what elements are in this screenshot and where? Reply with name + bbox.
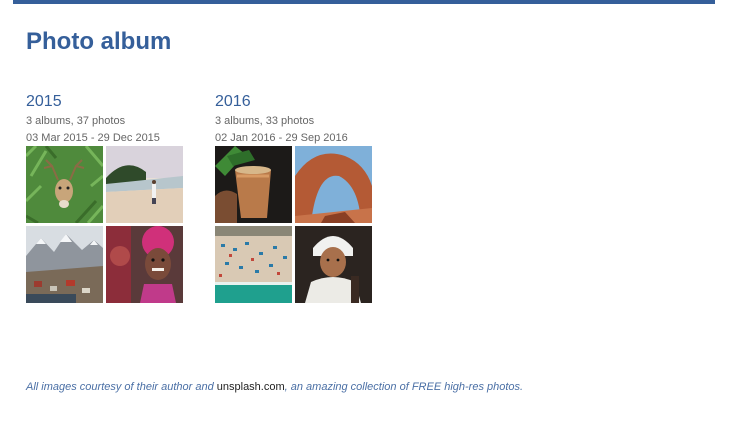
village-photo xyxy=(26,226,103,303)
photo-thumbnail-woman[interactable] xyxy=(295,226,372,303)
year-section-2015: 2015 3 albums, 37 photos 03 Mar 2015 - 2… xyxy=(26,92,196,303)
album-summary: 3 albums, 33 photos xyxy=(215,115,315,127)
arch-photo xyxy=(295,146,372,223)
year-section-2016: 2016 3 albums, 33 photos 02 Jan 2016 - 2… xyxy=(215,92,385,303)
woman-photo xyxy=(295,226,372,303)
photo-thumbnail-beach[interactable] xyxy=(106,146,183,223)
credits-text-after: , an amazing collection of FREE high-res… xyxy=(284,381,524,393)
aerial-beach-photo xyxy=(215,226,292,303)
photo-grid xyxy=(26,146,186,306)
year-label[interactable]: 2015 xyxy=(26,92,196,111)
photo-thumbnail-girl[interactable] xyxy=(106,226,183,303)
unsplash-link[interactable]: unsplash.com xyxy=(217,381,285,393)
date-range: 02 Jan 2016 - 29 Sep 2016 xyxy=(215,132,348,144)
date-range: 03 Mar 2015 - 29 Dec 2015 xyxy=(26,132,160,144)
photo-thumbnail-aerial-beach[interactable] xyxy=(215,226,292,303)
year-label[interactable]: 2016 xyxy=(215,92,385,111)
page-title: Photo album xyxy=(26,28,172,55)
beach-photo xyxy=(106,146,183,223)
photo-thumbnail-drink[interactable] xyxy=(215,146,292,223)
drink-photo xyxy=(215,146,292,223)
credits-text-before: All images courtesy of their author and xyxy=(26,381,217,393)
top-accent-bar xyxy=(13,0,715,4)
credits-footer: All images courtesy of their author and … xyxy=(26,380,523,394)
photo-grid xyxy=(215,146,375,306)
photo-thumbnail-village[interactable] xyxy=(26,226,103,303)
deer-photo xyxy=(26,146,103,223)
photo-thumbnail-deer[interactable] xyxy=(26,146,103,223)
album-summary: 3 albums, 37 photos xyxy=(26,115,126,127)
photo-thumbnail-arch[interactable] xyxy=(295,146,372,223)
girl-photo xyxy=(106,226,183,303)
